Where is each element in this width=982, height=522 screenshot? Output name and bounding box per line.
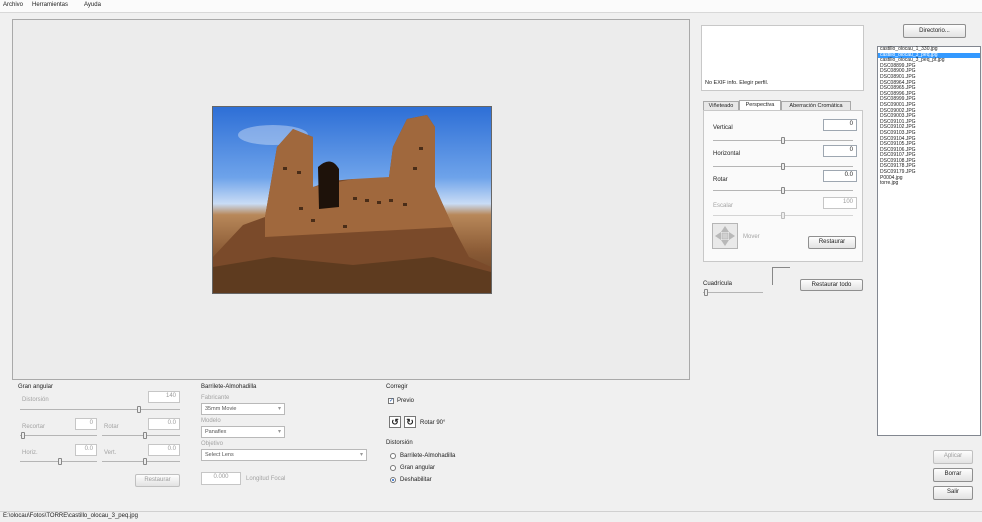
radio-barrel[interactable]: [390, 453, 396, 459]
vertical-slider-thumb[interactable]: [781, 137, 785, 144]
vertical-field[interactable]: 0: [823, 119, 857, 131]
barrel-title: Barrilete-Almohadilla: [201, 384, 257, 390]
correct-title: Corregir: [386, 384, 408, 390]
radio-disable[interactable]: [390, 477, 396, 483]
rotate-field[interactable]: 0.0: [823, 170, 857, 182]
menu-archivo[interactable]: Archivo: [3, 2, 23, 8]
wa-horiz-field[interactable]: 0.0: [75, 444, 97, 456]
wa-vert-label: Vert.: [104, 450, 117, 456]
apply-button[interactable]: Aplicar: [933, 450, 973, 464]
wa-distortion-slider[interactable]: [20, 409, 180, 410]
wa-horiz-label: Horiz.: [22, 450, 38, 456]
scale-field[interactable]: 100: [823, 197, 857, 209]
perspective-restore-button[interactable]: Restaurar: [808, 236, 856, 249]
maker-label: Fabricante: [201, 395, 230, 401]
preview-label: Previo: [397, 398, 415, 404]
restore-all-button[interactable]: Restaurar todo: [800, 279, 863, 291]
wa-vert-field[interactable]: 0.0: [148, 444, 180, 456]
wa-rotate-slider[interactable]: [102, 435, 180, 436]
menu-herramientas[interactable]: Herramientas: [32, 2, 68, 8]
file-list[interactable]: castillo_olocau_1_330.jpg castillo_olocau…: [877, 46, 981, 436]
move-control[interactable]: [712, 223, 738, 249]
preview-checkbox[interactable]: ✓: [388, 398, 394, 404]
model-label: Modelo: [201, 418, 221, 424]
grid-preview: [772, 267, 790, 285]
menu-ayuda[interactable]: Ayuda: [84, 2, 101, 8]
radio-wide-angle-label: Gran angular: [400, 465, 436, 471]
move-label: Mover: [743, 234, 760, 240]
wa-vert-thumb[interactable]: [143, 458, 147, 465]
move-arrows-icon: [715, 226, 735, 246]
delete-button[interactable]: Borrar: [933, 468, 973, 482]
wa-restore-button[interactable]: Restaurar: [135, 474, 180, 487]
grid-slider[interactable]: [703, 292, 763, 293]
focal-length-label: Longitud Focal: [246, 476, 286, 482]
exif-text: No EXIF info. Elegir perfil.: [705, 80, 769, 86]
wa-distortion-field[interactable]: 140: [148, 391, 180, 403]
grid-slider-thumb[interactable]: [704, 289, 708, 296]
lens-select[interactable]: Select Lens: [201, 449, 367, 461]
wa-rotate-label: Rotar: [104, 424, 119, 430]
horizontal-slider-thumb[interactable]: [781, 163, 785, 170]
maker-select[interactable]: 35mm Movie: [201, 403, 285, 415]
wa-crop-thumb[interactable]: [21, 432, 25, 439]
wa-vert-slider[interactable]: [102, 461, 180, 462]
wa-distortion-thumb[interactable]: [137, 406, 141, 413]
status-path: E:\olocau\Fotos\TORRE\castillo_olocau_3_…: [3, 513, 138, 519]
status-bar: E:\olocau\Fotos\TORRE\castillo_olocau_3_…: [0, 511, 982, 522]
wa-crop-slider[interactable]: [20, 435, 97, 436]
horizontal-label: Horizontal: [713, 151, 741, 157]
model-select[interactable]: Panaflex: [201, 426, 285, 438]
rotate-slider-thumb[interactable]: [781, 187, 785, 194]
distortion-title: Distorsión: [386, 440, 413, 446]
scale-slider-thumb[interactable]: [781, 212, 785, 219]
focal-length-field[interactable]: 0.000: [201, 472, 241, 485]
rotate-right-icon: ↻: [406, 417, 414, 427]
rotate-left-icon: ↺: [391, 417, 399, 427]
wa-distortion-label: Distorsión: [22, 397, 49, 403]
wa-rotate-field[interactable]: 0.0: [148, 418, 180, 430]
wa-rotate-thumb[interactable]: [143, 432, 147, 439]
wa-horiz-thumb[interactable]: [58, 458, 62, 465]
directory-button[interactable]: Directorio...: [903, 24, 966, 38]
rotate-left-button[interactable]: ↺: [389, 416, 401, 428]
wa-crop-label: Recortar: [22, 424, 46, 430]
radio-disable-label: Deshabilitar: [400, 477, 432, 483]
wide-angle-title: Gran angular: [18, 384, 54, 390]
file-list-item[interactable]: torre.jpg: [878, 181, 980, 187]
wa-crop-field[interactable]: 0: [75, 418, 97, 430]
radio-wide-angle[interactable]: [390, 465, 396, 471]
rotate-label: Rotar: [713, 177, 728, 183]
grid-label: Cuadrícula: [703, 281, 733, 287]
vertical-label: Vertical: [713, 125, 733, 131]
menu-bar: Archivo Herramientas Ayuda: [0, 0, 982, 13]
exit-button[interactable]: Salir: [933, 486, 973, 500]
horizontal-field[interactable]: 0: [823, 145, 857, 157]
lens-label: Objetivo: [201, 441, 224, 447]
radio-barrel-label: Barrilete-Almohadilla: [400, 453, 456, 459]
exif-info-box: No EXIF info. Elegir perfil.: [701, 25, 864, 91]
rotate-90-label: Rotar 90°: [420, 420, 446, 426]
preview-image: [212, 106, 492, 294]
scale-label: Escalar: [713, 203, 734, 209]
rotate-right-button[interactable]: ↻: [404, 416, 416, 428]
